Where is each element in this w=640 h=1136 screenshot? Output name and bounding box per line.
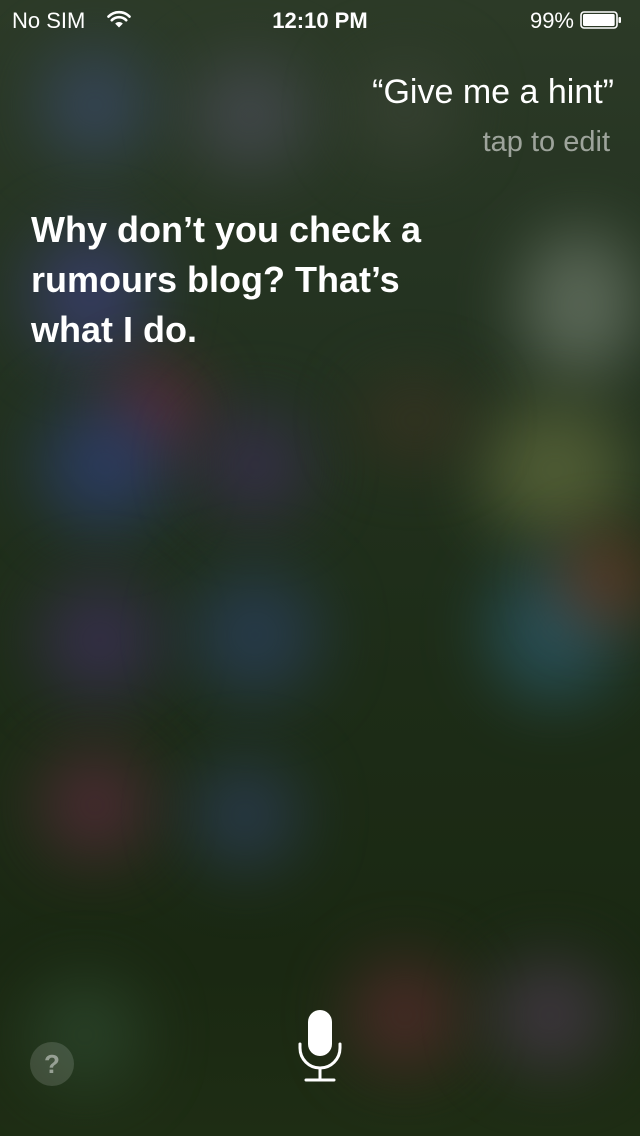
blurred-app-icon (360, 380, 470, 460)
battery-percentage: 99% (529, 8, 574, 33)
blurred-app-icon (40, 580, 160, 700)
blurred-app-icon (520, 230, 640, 380)
blurred-app-icon (190, 570, 320, 700)
blurred-app-icon (200, 410, 310, 520)
blurred-app-icon (490, 960, 610, 1070)
battery-icon (580, 11, 621, 29)
siri-query-text[interactable]: “Give me a hint” (372, 73, 614, 112)
blurred-app-icon (40, 750, 150, 860)
blurred-home-screen-backdrop (0, 0, 640, 1136)
blurred-app-icon (190, 60, 310, 170)
siri-response-text: Why don’t you check a rumours blog? That… (31, 209, 422, 350)
blurred-app-icon (350, 960, 460, 1070)
blurred-app-icon (560, 540, 640, 620)
microphone-icon[interactable] (296, 1008, 344, 1088)
blurred-app-icon (40, 50, 150, 160)
tap-to-edit-hint[interactable]: tap to edit (483, 126, 610, 159)
blurred-app-icon (190, 760, 300, 870)
question-mark-icon: ? (44, 1049, 60, 1079)
status-bar: No SIM 12:10 PM 99% (0, 0, 640, 40)
blurred-app-icon (480, 400, 630, 540)
blurred-app-icon (40, 400, 170, 530)
siri-screen: No SIM 12:10 PM 99% “Give me a hint” tap… (0, 0, 640, 1136)
help-button[interactable]: ? (30, 1042, 74, 1086)
